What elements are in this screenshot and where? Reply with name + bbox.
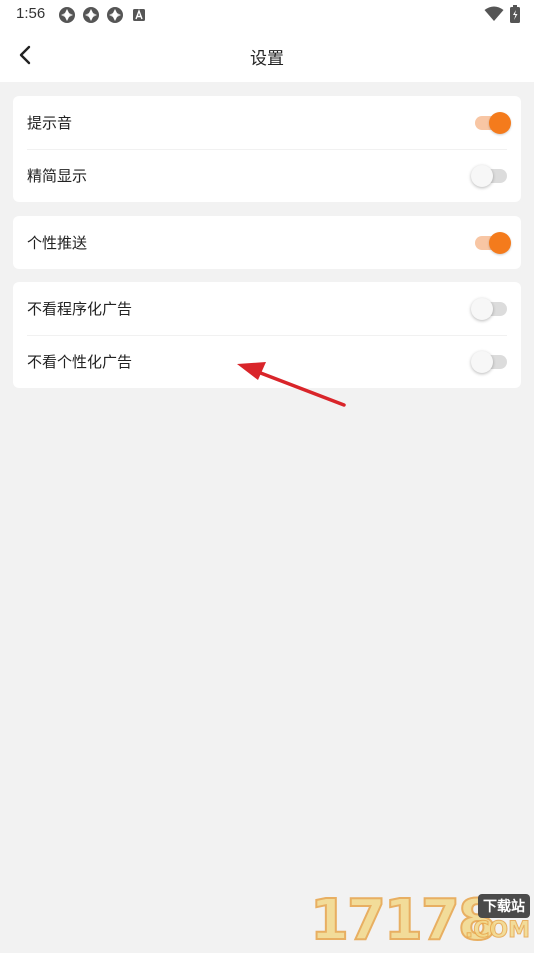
status-right-icons xyxy=(484,5,520,23)
setting-row-compact-display: 精简显示 xyxy=(13,149,521,202)
a-badge-icon xyxy=(133,9,145,21)
settings-group-notifications: 提示音 精简显示 xyxy=(13,96,521,202)
setting-label: 不看个性化广告 xyxy=(27,354,133,371)
toggle-switch-programmatic-ads[interactable] xyxy=(471,296,509,322)
setting-row-programmatic-ads: 不看程序化广告 xyxy=(13,282,521,335)
settings-group-push: 个性推送 xyxy=(13,216,521,269)
switch-thumb xyxy=(489,111,511,134)
switch-thumb xyxy=(489,231,511,254)
page-title: 设置 xyxy=(250,49,284,68)
app-notification-icon xyxy=(107,7,123,23)
setting-label: 提示音 xyxy=(27,115,73,132)
toggle-switch-personalized-push[interactable] xyxy=(473,230,511,256)
setting-row-sound: 提示音 xyxy=(13,96,521,149)
settings-group-ads: 不看程序化广告 不看个性化广告 xyxy=(13,282,521,388)
switch-thumb xyxy=(471,297,493,320)
setting-label: 不看程序化广告 xyxy=(27,301,133,318)
setting-row-personalized-ads: 不看个性化广告 xyxy=(13,335,521,388)
status-bar: 1:56 xyxy=(0,0,534,28)
watermark-suffix: .COM xyxy=(464,918,530,944)
wifi-icon xyxy=(484,6,504,21)
header: 设置 xyxy=(0,28,534,82)
setting-row-personalized-push: 个性推送 xyxy=(13,216,521,269)
toggle-switch-compact-display[interactable] xyxy=(471,163,509,189)
switch-thumb xyxy=(471,164,493,187)
switch-thumb xyxy=(471,350,493,373)
setting-label: 个性推送 xyxy=(27,235,88,252)
status-left-icons xyxy=(58,6,148,24)
app-notification-icon xyxy=(83,7,99,23)
toggle-switch-sound[interactable] xyxy=(473,110,511,136)
status-time: 1:56 xyxy=(16,5,46,22)
toggle-switch-personalized-ads[interactable] xyxy=(471,349,509,375)
battery-icon xyxy=(510,5,520,23)
setting-label: 精简显示 xyxy=(27,168,88,185)
app-notification-icon xyxy=(59,7,75,23)
watermark-logo: 17178 下载站 .COM xyxy=(309,888,532,951)
watermark-badge: 下载站 xyxy=(478,894,530,918)
